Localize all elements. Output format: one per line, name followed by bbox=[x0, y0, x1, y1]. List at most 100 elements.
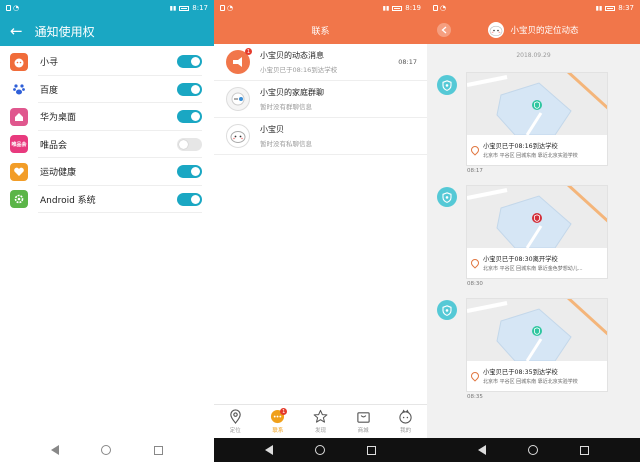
tab-label: 定位 bbox=[229, 428, 241, 434]
group-avatar-icon bbox=[226, 87, 250, 111]
nav-home-icon[interactable] bbox=[101, 445, 112, 455]
event-address: 北京市 平谷区 回城东南 靠近北京实验学校 bbox=[483, 153, 578, 159]
location-feed-screen: ◔ ▮▮ 8:37 小宝贝的定位动态 2018.09.29 小宝贝已于08:16… bbox=[427, 0, 640, 462]
nav-recents-icon[interactable] bbox=[367, 445, 376, 455]
nav-back-icon[interactable] bbox=[51, 445, 60, 455]
chevron-left-icon bbox=[441, 26, 447, 34]
location-event-icon bbox=[437, 187, 457, 207]
nav-back-icon[interactable] bbox=[478, 445, 486, 455]
location-event-icon bbox=[437, 75, 457, 95]
profile-icon bbox=[399, 409, 412, 424]
map-pin-icon bbox=[469, 144, 481, 156]
shopping-bag-icon bbox=[356, 412, 370, 423]
contact-preview: 暂时没有群聊信息 bbox=[260, 103, 312, 111]
notification-toggle[interactable] bbox=[177, 165, 202, 179]
tab-label: 商城 bbox=[357, 428, 369, 434]
map-pin-icon bbox=[469, 257, 481, 269]
contact-preview: 小宝贝已于08:16到达学校 bbox=[260, 66, 338, 74]
event-address: 北京市 平谷区 回城东南 靠近金色梦想幼儿... bbox=[483, 266, 583, 272]
tab-contacts[interactable]: 1 联系 bbox=[257, 405, 300, 438]
contact-preview: 暂时没有私聊信息 bbox=[260, 140, 312, 148]
contact-item[interactable]: 1 小宝贝的动态消息 小宝贝已于08:16到达学校 08:17 bbox=[214, 44, 427, 81]
tab-shop[interactable]: 商城 bbox=[342, 405, 385, 438]
battery-icon bbox=[179, 5, 190, 11]
event-title: 小宝贝已于08:30离开学校 bbox=[483, 256, 558, 263]
list-item[interactable]: 运动健康 bbox=[0, 158, 214, 186]
status-time: 8:37 bbox=[618, 4, 634, 12]
notification-toggle[interactable] bbox=[177, 82, 202, 96]
contact-list: 1 小宝贝的动态消息 小宝贝已于08:16到达学校 08:17 小宝贝的家庭群聊… bbox=[214, 44, 427, 155]
tab-location[interactable]: 定位 bbox=[214, 405, 257, 438]
unread-badge: 1 bbox=[245, 48, 252, 55]
location-card[interactable]: 小宝贝已于08:30离开学校 北京市 平谷区 回城东南 靠近金色梦想幼儿... bbox=[466, 185, 608, 279]
back-button[interactable] bbox=[437, 23, 451, 37]
contact-name: 小宝贝 bbox=[260, 125, 284, 134]
nav-home-icon[interactable] bbox=[315, 445, 325, 455]
notification-toggle[interactable] bbox=[177, 110, 202, 124]
tab-profile[interactable]: 我的 bbox=[384, 405, 427, 438]
status-time: 8:17 bbox=[192, 4, 208, 12]
status-bar: ◔ ▮▮ 8:17 bbox=[0, 0, 214, 16]
notification-toggle[interactable] bbox=[177, 55, 202, 69]
contact-item[interactable]: 小宝贝的家庭群聊 暂时没有群聊信息 bbox=[214, 81, 427, 118]
location-event-icon bbox=[437, 300, 457, 320]
location-card[interactable]: 小宝贝已于08:35到达学校 北京市 平谷区 回城东南 靠近北京实验学校 bbox=[466, 298, 608, 392]
baidu-app-icon bbox=[10, 80, 28, 99]
list-item[interactable]: 华为桌面 bbox=[0, 103, 214, 131]
page-title: 小宝贝的定位动态 bbox=[510, 26, 579, 36]
list-item[interactable]: 百度 bbox=[0, 76, 214, 104]
contact-item[interactable]: 小宝贝 暂时没有私聊信息 bbox=[214, 118, 427, 155]
vipshop-app-icon: 唯品会 bbox=[10, 135, 28, 154]
nav-back-icon[interactable] bbox=[265, 445, 273, 455]
app-name: 运动健康 bbox=[40, 168, 77, 179]
tab-badge: 1 bbox=[280, 408, 288, 415]
tab-label: 我的 bbox=[400, 428, 412, 434]
app-name: 华为桌面 bbox=[40, 113, 77, 124]
health-app-icon bbox=[10, 162, 28, 181]
notification-toggle[interactable] bbox=[177, 137, 202, 151]
nav-home-icon[interactable] bbox=[528, 445, 538, 455]
status-bar: ◔ ▮▮ 8:19 bbox=[214, 0, 427, 16]
event-title: 小宝贝已于08:35到达学校 bbox=[483, 369, 558, 376]
back-arrow-icon[interactable]: ← bbox=[10, 23, 23, 39]
list-item[interactable]: Android 系统 bbox=[0, 186, 214, 214]
p2-header: ◔ ▮▮ 8:19 联系 bbox=[214, 0, 427, 44]
status-time: 8:19 bbox=[405, 4, 421, 12]
p3-header: ◔ ▮▮ 8:37 小宝贝的定位动态 bbox=[427, 0, 640, 44]
event-title: 小宝贝已于08:16到达学校 bbox=[483, 143, 558, 150]
page-title: 通知使用权 bbox=[34, 24, 95, 39]
status-icons: ◔ bbox=[6, 4, 19, 12]
app-name: 百度 bbox=[40, 85, 59, 96]
event-time: 08:35 bbox=[467, 394, 483, 400]
baby-avatar-icon bbox=[226, 124, 250, 148]
notification-toggle[interactable] bbox=[177, 192, 202, 206]
app-name: Android 系统 bbox=[40, 195, 96, 206]
status-bar: ◔ ▮▮ 8:37 bbox=[427, 0, 640, 16]
location-card[interactable]: 小宝贝已于08:16到达学校 北京市 平谷区 回城东南 靠近北京实验学校 bbox=[466, 72, 608, 166]
contact-name: 小宝贝的动态消息 bbox=[260, 51, 324, 60]
tab-label: 联系 bbox=[272, 428, 284, 434]
nav-recents-icon[interactable] bbox=[153, 445, 163, 455]
map-thumbnail bbox=[467, 186, 607, 248]
list-item[interactable]: 小寻 bbox=[0, 48, 214, 76]
tab-label: 发现 bbox=[314, 428, 326, 434]
contact-time: 08:17 bbox=[398, 58, 417, 66]
app-name: 小寻 bbox=[40, 58, 59, 69]
contacts-screen: ◔ ▮▮ 8:19 联系 1 小宝贝的动态消息 小宝贝已于08:16到达学校 08… bbox=[214, 0, 427, 462]
notification-access-screen: ◔ ▮▮ 8:17 ← 通知使用权 小寻 百度 华为桌面 唯品会 唯品会 运动健… bbox=[0, 0, 214, 462]
xiaoxun-app-icon bbox=[10, 52, 28, 71]
bottom-tab-bar: 定位 1 联系 发现 商城 我的 bbox=[214, 404, 427, 438]
location-pin-icon bbox=[230, 409, 241, 424]
tab-discover[interactable]: 发现 bbox=[299, 405, 342, 438]
event-time: 08:30 bbox=[467, 281, 483, 287]
nav-recents-icon[interactable] bbox=[580, 445, 589, 455]
list-item[interactable]: 唯品会 唯品会 bbox=[0, 131, 214, 159]
battery-icon bbox=[392, 5, 403, 11]
date-label: 2018.09.29 bbox=[516, 52, 551, 59]
event-address: 北京市 平谷区 回城东南 靠近北京实验学校 bbox=[483, 379, 578, 385]
system-nav-bar bbox=[214, 438, 427, 462]
app-notification-list: 小寻 百度 华为桌面 唯品会 唯品会 运动健康 Android 系统 bbox=[0, 46, 214, 213]
p1-header: ◔ ▮▮ 8:17 ← 通知使用权 bbox=[0, 0, 214, 46]
battery-icon bbox=[605, 5, 616, 11]
megaphone-icon: 1 bbox=[226, 48, 252, 74]
